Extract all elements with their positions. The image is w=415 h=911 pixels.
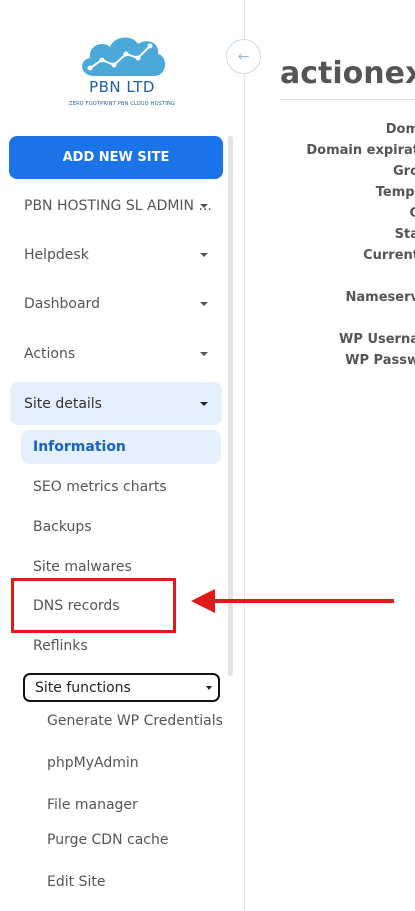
function-phpmyadmin[interactable]: phpMyAdmin xyxy=(47,755,139,771)
chevron-down-icon xyxy=(200,204,208,208)
field-label-group: Gro xyxy=(392,164,415,179)
sidebar-scrollbar[interactable] xyxy=(228,136,233,676)
sidebar-item-label: Actions xyxy=(24,346,76,362)
site-functions-label: Site functions xyxy=(35,679,131,696)
field-label-template: Templ xyxy=(375,185,415,200)
sidebar-item-admin[interactable]: PBN HOSTING SL ADMIN ... xyxy=(10,185,222,227)
field-label-nameservers: Nameserv xyxy=(345,290,415,305)
sub-item-information[interactable]: Information xyxy=(21,430,221,464)
function-edit-site[interactable]: Edit Site xyxy=(47,874,105,890)
field-label-domain: Dom xyxy=(385,122,415,137)
sidebar-item-label: Helpdesk xyxy=(24,247,89,263)
collapse-sidebar-button[interactable]: ← xyxy=(226,39,261,74)
chevron-down-icon xyxy=(200,352,208,356)
sidebar: PBN LTD ZERO FOOTPRINT PBN CLOUD HOSTING… xyxy=(0,0,245,911)
field-label-domain-expiration: Domain expirat xyxy=(306,143,415,158)
annotation-highlight-box xyxy=(11,578,176,633)
sidebar-item-label: PBN HOSTING SL ADMIN ... xyxy=(24,198,212,214)
field-label-current: Current xyxy=(363,248,415,263)
cloud-chart-icon xyxy=(82,37,166,76)
function-generate-wp-credentials[interactable]: Generate WP Credentials xyxy=(47,713,223,729)
annotation-arrow-head xyxy=(191,589,215,613)
sidebar-item-site-details[interactable]: Site details xyxy=(10,382,222,425)
sidebar-item-helpdesk[interactable]: Helpdesk xyxy=(10,234,222,276)
chevron-down-icon xyxy=(200,302,208,306)
annotation-arrow-line xyxy=(212,599,394,603)
logo-title: PBN LTD xyxy=(89,78,155,96)
sidebar-item-label: Dashboard xyxy=(24,296,100,312)
sidebar-item-actions[interactable]: Actions xyxy=(10,333,222,375)
pbn-ltd-logo[interactable]: PBN LTD ZERO FOOTPRINT PBN CLOUD HOSTING xyxy=(69,30,175,120)
sub-item-label: Reflinks xyxy=(33,638,88,654)
sub-item-reflinks[interactable]: Reflinks xyxy=(21,629,221,663)
chevron-down-icon xyxy=(200,253,208,257)
page-title: actionexl xyxy=(280,56,415,91)
field-label-wp-password: WP Passw xyxy=(345,353,415,368)
sub-item-label: Information xyxy=(33,439,126,455)
logo-tagline: ZERO FOOTPRINT PBN CLOUD HOSTING xyxy=(68,101,176,107)
function-file-manager[interactable]: File manager xyxy=(47,797,138,813)
function-purge-cdn-cache[interactable]: Purge CDN cache xyxy=(47,832,168,848)
add-new-site-button[interactable]: ADD NEW SITE xyxy=(9,136,223,179)
chevron-down-icon xyxy=(206,686,212,690)
sidebar-item-label: Site details xyxy=(24,395,102,412)
sidebar-item-dashboard[interactable]: Dashboard xyxy=(10,283,222,325)
sub-item-label: Backups xyxy=(33,519,92,535)
sub-item-seo-metrics-charts[interactable]: SEO metrics charts xyxy=(21,470,221,504)
site-functions-dropdown[interactable]: Site functions xyxy=(23,673,220,702)
arrow-left-icon: ← xyxy=(237,48,250,65)
sub-item-label: SEO metrics charts xyxy=(33,479,167,495)
title-divider xyxy=(280,99,415,100)
field-label-c: C xyxy=(409,206,415,221)
field-label-wp-username: WP Userna xyxy=(339,332,415,347)
sub-item-label: Site malwares xyxy=(33,559,132,575)
sub-item-backups[interactable]: Backups xyxy=(21,510,221,544)
chevron-down-icon xyxy=(200,401,208,406)
field-label-status: Sta xyxy=(394,227,415,242)
